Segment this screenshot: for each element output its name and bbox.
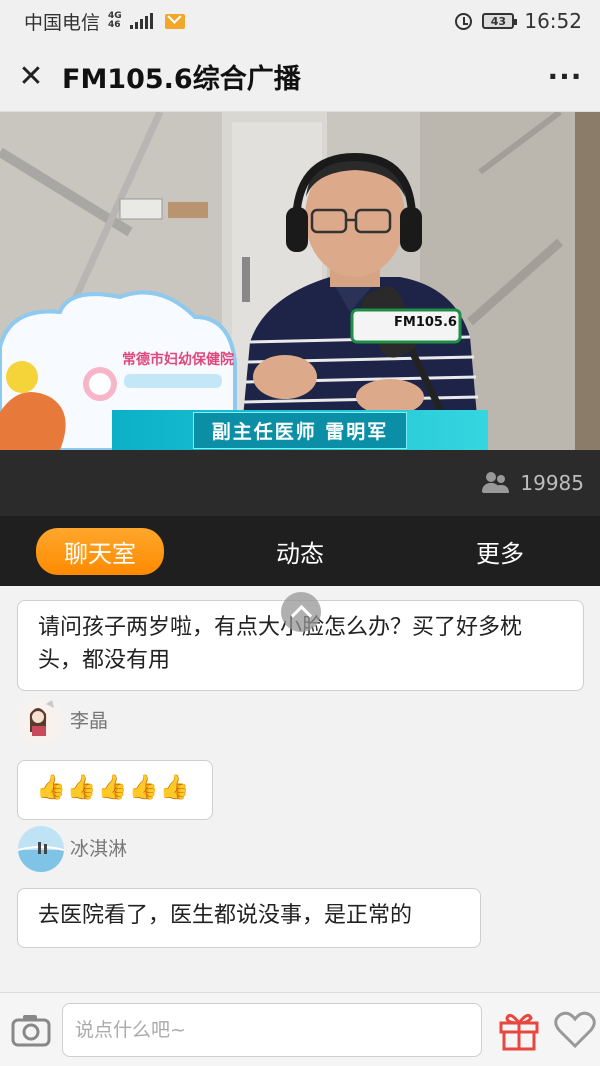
chat-message: 去医院看了，医生都说没事，是正常的	[17, 888, 481, 948]
status-left: 中国电信 4G 46	[24, 8, 185, 35]
clock: 16:52	[524, 9, 582, 33]
avatar-image	[18, 826, 64, 872]
live-video[interactable]: 常德市妇幼保健院 FM105.6 副主任医师 雷明军	[0, 112, 600, 450]
sign-text: 常德市妇幼保健院	[122, 351, 234, 368]
gift-icon	[499, 1013, 539, 1050]
camera-icon	[11, 1014, 51, 1046]
title-bar: ✕ FM105.6综合广播 ···	[0, 42, 600, 112]
more-options-button[interactable]: ···	[530, 42, 600, 112]
tab-chatroom[interactable]: 聊天室	[0, 527, 200, 575]
chat-input[interactable]	[62, 1002, 482, 1057]
scroll-up-button[interactable]	[281, 592, 321, 632]
camera-button[interactable]	[0, 993, 62, 1066]
page-title: FM105.6综合广播	[62, 64, 301, 95]
avatar[interactable]	[18, 698, 64, 744]
speaker-caption-text: 副主任医师 雷明军	[192, 411, 408, 449]
chat-username: 冰淇淋	[70, 838, 128, 860]
avatar[interactable]	[18, 826, 64, 872]
tab-updates-label: 动态	[276, 539, 324, 568]
more-icon: ···	[547, 60, 583, 93]
input-bar	[0, 992, 600, 1066]
speaker-caption: 副主任医师 雷明军	[112, 410, 488, 450]
heart-icon	[554, 1011, 596, 1048]
carrier-label: 中国电信	[24, 11, 101, 34]
users-icon	[482, 472, 510, 494]
avatar-image	[18, 698, 64, 744]
status-right: 43 16:52	[455, 9, 582, 33]
video-frame-illustration: 常德市妇幼保健院 FM105.6	[0, 112, 600, 450]
close-icon: ✕	[18, 59, 44, 94]
chat-message-text: 请问孩子两岁啦，有点大小脸怎么办？买了好多枕头，都没有用	[38, 615, 523, 673]
mic-badge: FM105.6	[394, 315, 457, 330]
signal-icon	[129, 13, 153, 29]
network-type: 4G 46	[108, 11, 122, 30]
viewer-strip: 19985	[0, 450, 600, 516]
chat-message-text: 去医院看了，医生都说没事，是正常的	[38, 903, 413, 928]
gift-button[interactable]	[488, 993, 550, 1066]
chat-list[interactable]: 请问孩子两岁啦，有点大小脸怎么办？买了好多枕头，都没有用 李晶 👍👍👍👍👍 冰淇…	[0, 586, 600, 992]
tab-chatroom-label: 聊天室	[36, 527, 164, 575]
tab-more[interactable]: 更多	[400, 534, 600, 569]
like-button[interactable]	[550, 993, 600, 1066]
status-bar: 中国电信 4G 46 43 16:52	[0, 0, 600, 42]
chat-username: 李晶	[70, 710, 109, 732]
tab-more-label: 更多	[476, 539, 524, 568]
chat-message: 👍👍👍👍👍	[17, 760, 213, 820]
alarm-icon	[455, 12, 473, 30]
tab-bar: 聊天室 动态 更多	[0, 516, 600, 586]
message-notification-icon	[164, 13, 185, 29]
chat-message-text: 👍👍👍👍👍	[36, 773, 191, 801]
battery-icon: 43	[482, 13, 518, 29]
viewer-count: 19985	[520, 471, 584, 495]
close-button[interactable]: ✕	[0, 42, 62, 112]
tab-updates[interactable]: 动态	[200, 534, 400, 569]
